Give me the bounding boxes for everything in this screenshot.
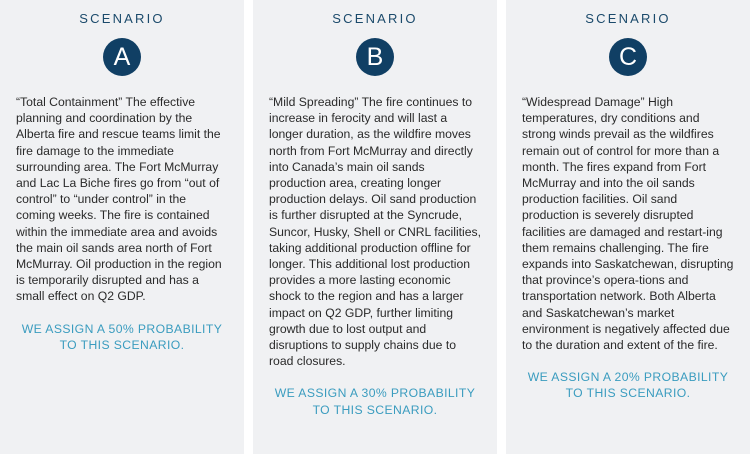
scenario-label: SCENARIO [585,11,671,26]
scenario-probability: WE ASSIGN A 30% PROBABILITY TO THIS SCEN… [274,386,476,417]
scenario-card-c: SCENARIO C “Widespread Damage” High temp… [506,0,750,454]
scenario-probability: WE ASSIGN A 20% PROBABILITY TO THIS SCEN… [527,370,729,401]
scenario-card-a: SCENARIO A “Total Containment” The effec… [0,0,244,454]
scenario-letter-badge: A [103,38,141,76]
scenario-letter-badge: C [609,38,647,76]
scenario-label: SCENARIO [332,11,418,26]
scenario-probability: WE ASSIGN A 50% PROBABILITY TO THIS SCEN… [21,321,223,352]
scenario-panel: SCENARIO A “Total Containment” The effec… [0,0,750,454]
scenario-letter-badge: B [356,38,394,76]
scenario-description: “Total Containment” The effective planni… [16,95,222,304]
scenario-label: SCENARIO [79,11,165,26]
scenario-card-b: SCENARIO B “Mild Spreading” The fire con… [253,0,497,454]
scenario-description: “Mild Spreading” The fire continues to i… [269,95,481,369]
scenario-description: “Widespread Damage” High temperatures, d… [522,95,734,353]
